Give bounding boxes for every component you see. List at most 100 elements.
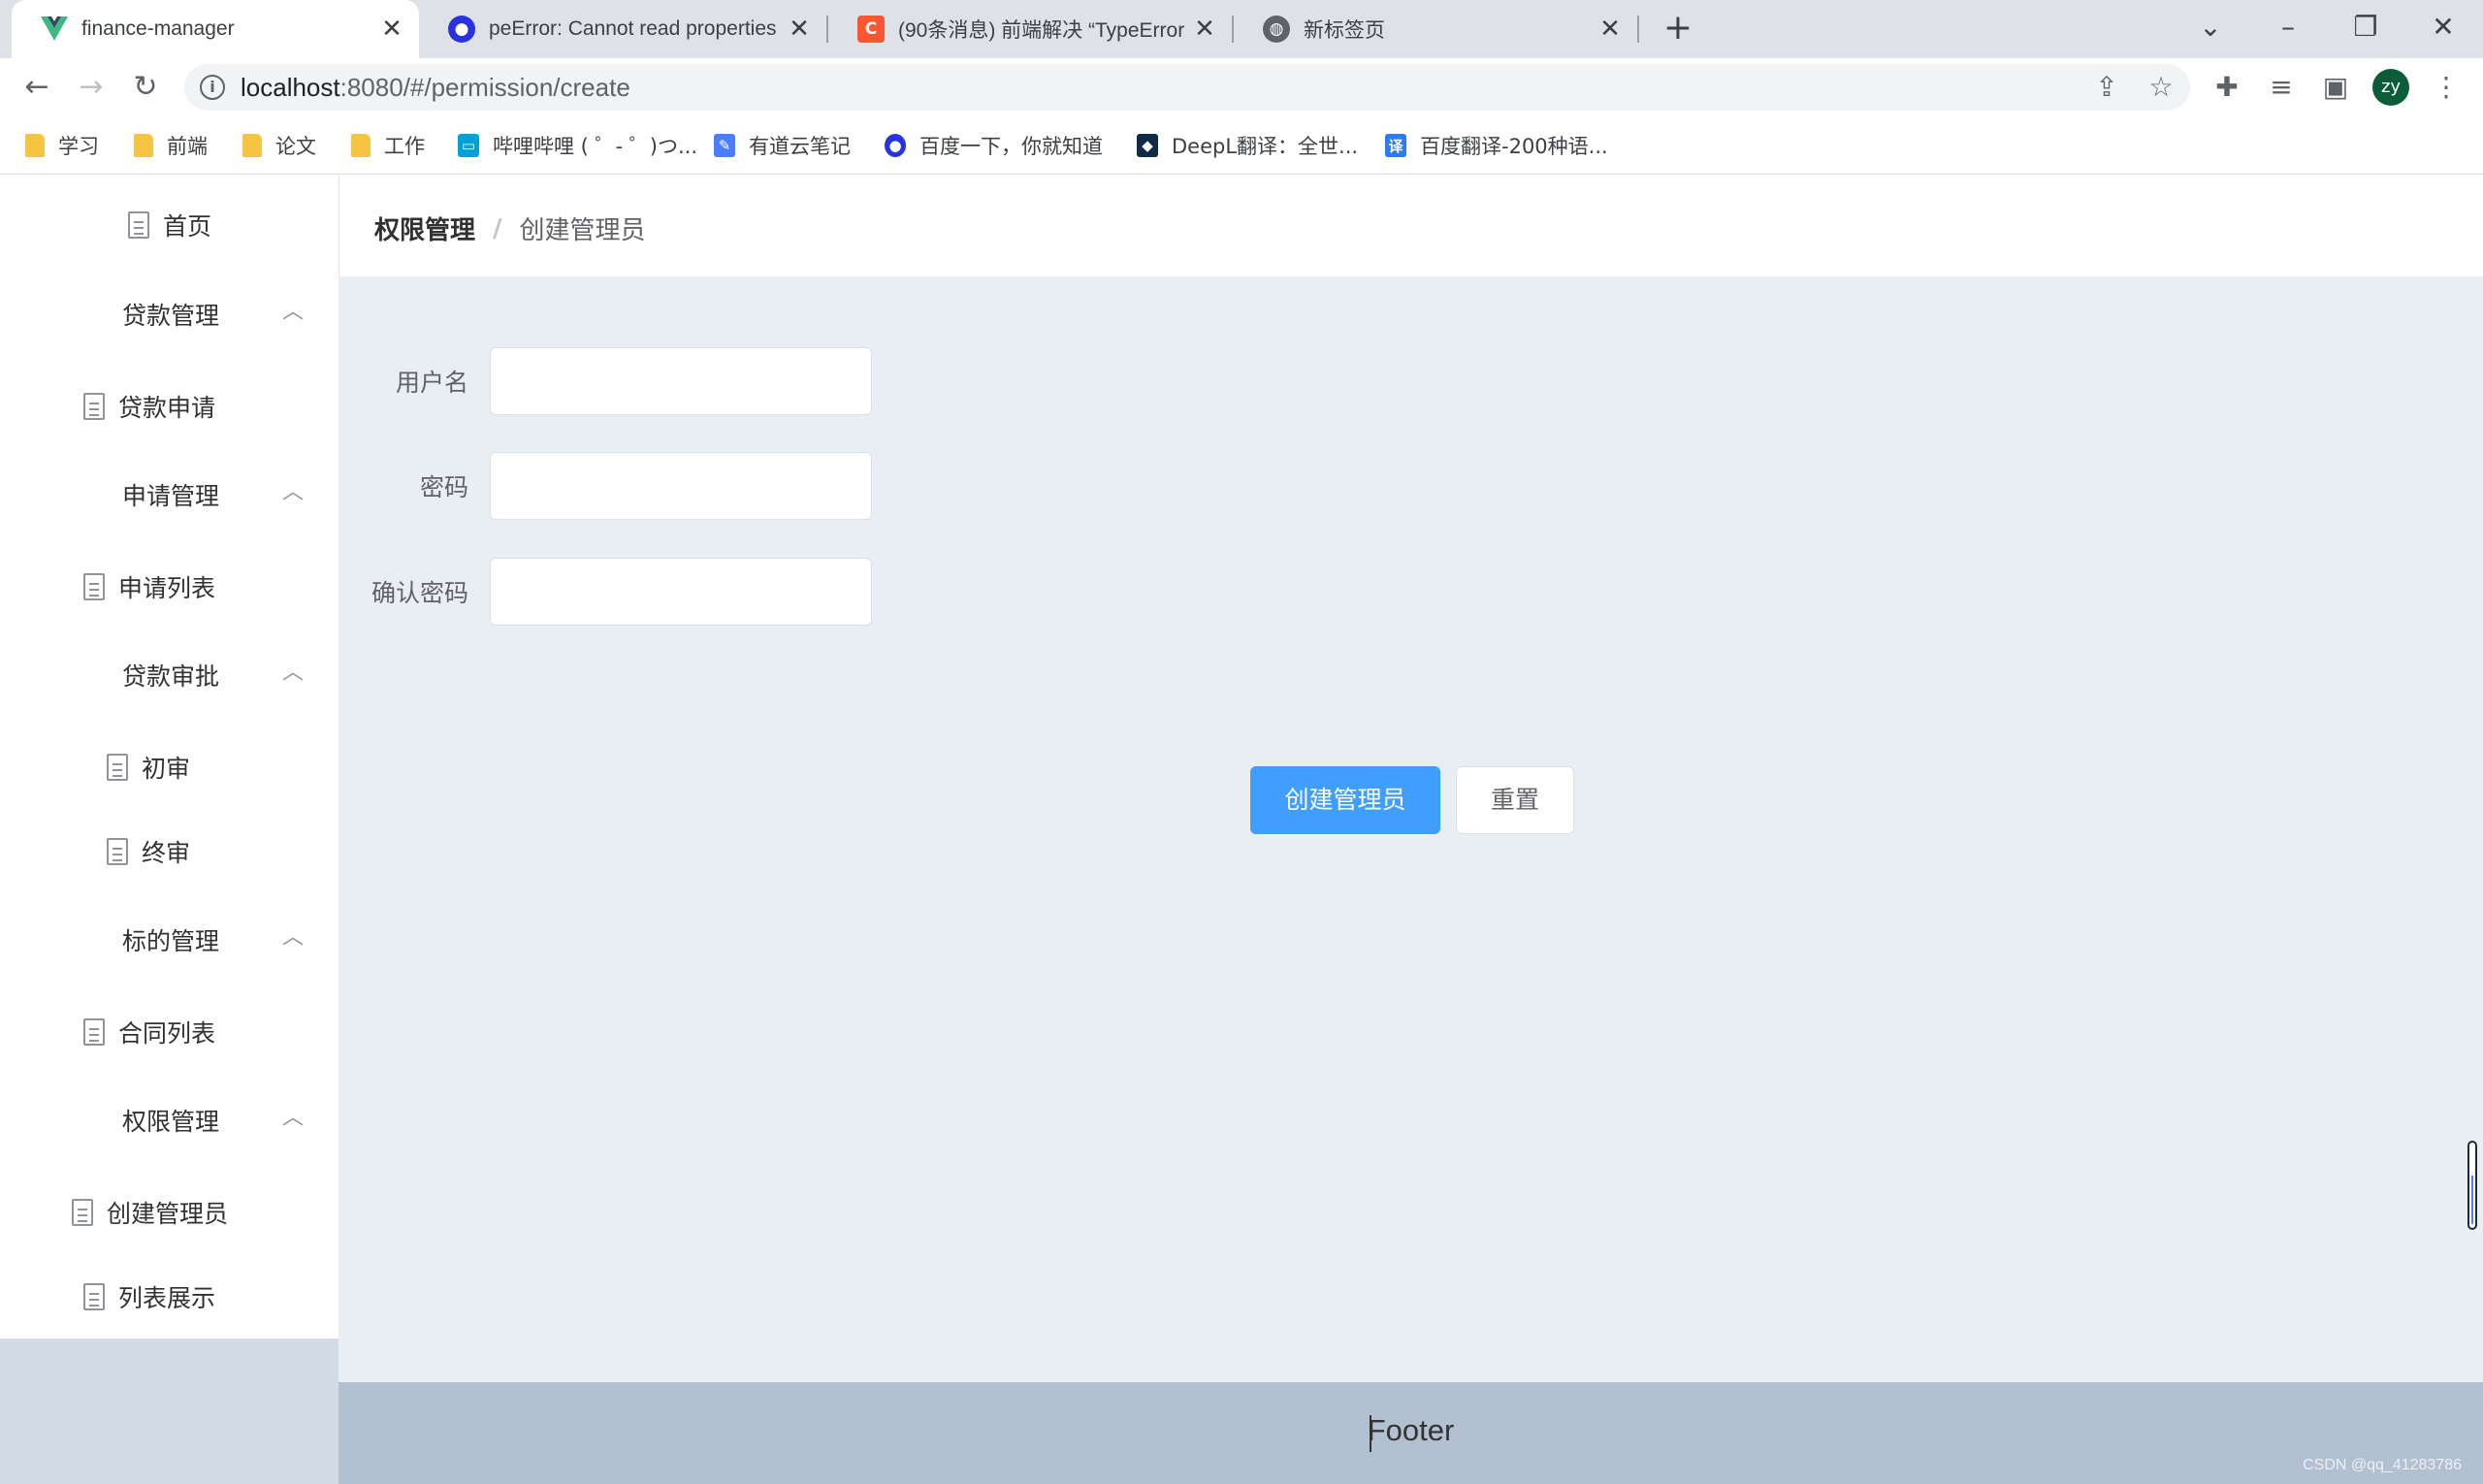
breadcrumb-current: 创建管理员 [519, 216, 646, 245]
bookmark-star-icon[interactable]: ☆ [2144, 70, 2178, 105]
url-path: :8080/#/permission/create [339, 73, 630, 102]
side-panel-icon[interactable]: ▣ [2314, 66, 2357, 109]
bookmark-item[interactable]: ▭ 哔哩哔哩 ( ゜- ゜)つ... [458, 130, 697, 161]
csdn-watermark: CSDN @qq_41283786 [2303, 1457, 2462, 1473]
folder-icon [134, 134, 153, 157]
document-icon [83, 1283, 105, 1310]
baidu-paw-icon: ● [448, 16, 475, 43]
chevron-up-icon: ︿ [281, 480, 304, 504]
page-footer: Footer [339, 1382, 2483, 1484]
profile-avatar[interactable]: zy [2372, 69, 2409, 106]
bookmark-item[interactable]: ✎ 有道云笔记 [714, 130, 851, 161]
close-tab-icon[interactable]: ✕ [374, 15, 409, 44]
folder-icon [351, 134, 371, 157]
reading-list-icon[interactable]: ≡ [2260, 66, 2303, 109]
tab-search-button[interactable]: ⌄ [2186, 4, 2235, 52]
bookmark-item[interactable]: ● 百度一下，你就知道 [885, 130, 1103, 161]
sidebar-item-label: 创建管理员 [107, 1200, 229, 1228]
tab-title: 新标签页 [1304, 19, 1385, 42]
bookmark-item[interactable]: 译百度翻译-200种语... [1385, 130, 1608, 161]
restore-button[interactable]: ❐ [2341, 4, 2390, 52]
sidebar-item-home[interactable]: 首页 [0, 184, 339, 266]
username-input[interactable] [490, 347, 872, 415]
scroll-indicator[interactable] [2467, 1141, 2477, 1230]
extensions-puzzle-icon[interactable]: ✚ [2206, 66, 2248, 109]
page-header: 权限管理 / 创建管理员 [339, 176, 2483, 276]
address-url: localhost:8080/#/permission/create [241, 73, 630, 103]
confirm-password-input[interactable] [490, 558, 872, 626]
bookmark-label: 哔哩哔哩 ( ゜- ゜)つ... [493, 135, 698, 158]
sidebar-submenu-loan-approval[interactable]: 贷款审批 ︿ [0, 634, 339, 716]
sidebar-submenu-permission-management[interactable]: 权限管理 ︿ [0, 1080, 339, 1161]
more-menu-icon[interactable]: ⋮ [2425, 66, 2467, 109]
sidebar-submenu-subject-management[interactable]: 标的管理 ︿ [0, 899, 339, 981]
bookmarks-bar: 学习 前端 论文 工作 ▭ 哔哩哔哩 ( ゜- ゜)つ... ✎ 有道云笔记 ● 百度… [0, 116, 2483, 175]
tab-new-tab[interactable]: ◍ 新标签页 ✕ [1234, 0, 1637, 58]
bookmark-item[interactable]: 学习 [25, 130, 99, 161]
sidebar-item-final-review[interactable]: 终审 [0, 811, 339, 892]
globe-icon: ◍ [1263, 16, 1290, 43]
baidu-paw-icon: ● [885, 134, 906, 157]
bookmark-label: 百度一下，你就知道 [919, 135, 1103, 158]
bookmark-item[interactable]: 论文 [242, 130, 316, 161]
breadcrumb: 权限管理 / 创建管理员 [374, 210, 646, 246]
sidebar-submenu-loan-management[interactable]: 贷款管理 ︿ [0, 274, 339, 355]
close-tab-icon[interactable]: ✕ [782, 15, 817, 44]
sidebar-item-loan-application[interactable]: 贷款申请 [0, 366, 339, 447]
new-tab-button[interactable]: + [1657, 8, 1699, 50]
document-icon [83, 393, 105, 420]
document-icon [107, 754, 128, 781]
bookmark-label: 论文 [275, 135, 316, 158]
deepl-icon: ◆ [1137, 134, 1158, 157]
password-label: 密码 [419, 473, 468, 501]
address-bar[interactable]: i localhost:8080/#/permission/create ⇪ ☆ [184, 64, 2190, 111]
site-info-icon[interactable]: i [200, 75, 225, 100]
close-window-button[interactable]: ✕ [2419, 4, 2467, 52]
tab-separator [1637, 16, 1639, 43]
chevron-up-icon: ︿ [281, 925, 304, 950]
breadcrumb-parent[interactable]: 权限管理 [374, 210, 475, 246]
bookmark-label: 前端 [167, 135, 208, 158]
share-icon[interactable]: ⇪ [2089, 70, 2124, 105]
folder-icon [242, 134, 262, 157]
reload-button[interactable]: ↻ [124, 66, 167, 109]
sidebar-item-first-review[interactable]: 初审 [0, 726, 339, 808]
sidebar-item-application-list[interactable]: 申请列表 [0, 546, 339, 628]
csdn-logo-icon: C [857, 16, 885, 43]
password-input[interactable] [490, 452, 872, 520]
reset-button[interactable]: 重置 [1456, 766, 1574, 834]
tab-finance-manager[interactable]: finance-manager ✕ [12, 0, 419, 58]
vue-logo-icon [41, 16, 68, 43]
folder-icon [25, 134, 45, 157]
sidebar-item-label: 贷款审批 [122, 662, 220, 691]
sidebar-item-label: 贷款管理 [122, 302, 220, 330]
close-tab-icon[interactable]: ✕ [1187, 15, 1222, 44]
sidebar-item-create-admin[interactable]: 创建管理员 [0, 1172, 339, 1253]
youdao-note-icon: ✎ [714, 134, 735, 157]
confirm-password-label: 确认密码 [371, 579, 468, 607]
bookmark-item[interactable]: 前端 [134, 130, 208, 161]
bilibili-icon: ▭ [458, 134, 479, 157]
tab-peerror[interactable]: ● peError: Cannot read properties ✕ [419, 0, 826, 58]
sidebar-item-label: 申请列表 [118, 574, 216, 602]
create-admin-button[interactable]: 创建管理员 [1250, 766, 1440, 834]
document-icon [83, 1018, 105, 1046]
confirm-password-form-item: 确认密码 [339, 558, 872, 626]
bookmark-item[interactable]: 工作 [351, 130, 425, 161]
footer-text: Footer [1367, 1413, 1455, 1447]
close-tab-icon[interactable]: ✕ [1593, 15, 1628, 44]
tab-title: peError: Cannot read properties [489, 17, 777, 40]
document-icon [72, 1199, 93, 1226]
sidebar-item-list-display[interactable]: 列表展示 [0, 1256, 339, 1338]
sidebar-menu: 首页 贷款管理 ︿ 贷款申请 申请管理 ︿ 申请列表 贷款审批 ︿ 初审 终审 标的管… [0, 176, 339, 1484]
minimize-button[interactable]: – [2264, 4, 2312, 52]
tab-csdn[interactable]: C (90条消息) 前端解决 “TypeError ✕ [828, 0, 1232, 58]
bookmark-item[interactable]: ◆ DeepL翻译：全世... [1137, 130, 1358, 161]
username-label: 用户名 [395, 369, 468, 397]
browser-toolbar: ← → ↻ i localhost:8080/#/permission/crea… [0, 58, 2483, 116]
forward-button[interactable]: → [70, 66, 113, 109]
sidebar-item-label: 申请管理 [122, 482, 220, 510]
back-button[interactable]: ← [16, 66, 58, 109]
sidebar-submenu-application-management[interactable]: 申请管理 ︿ [0, 454, 339, 535]
sidebar-item-contract-list[interactable]: 合同列表 [0, 991, 339, 1073]
